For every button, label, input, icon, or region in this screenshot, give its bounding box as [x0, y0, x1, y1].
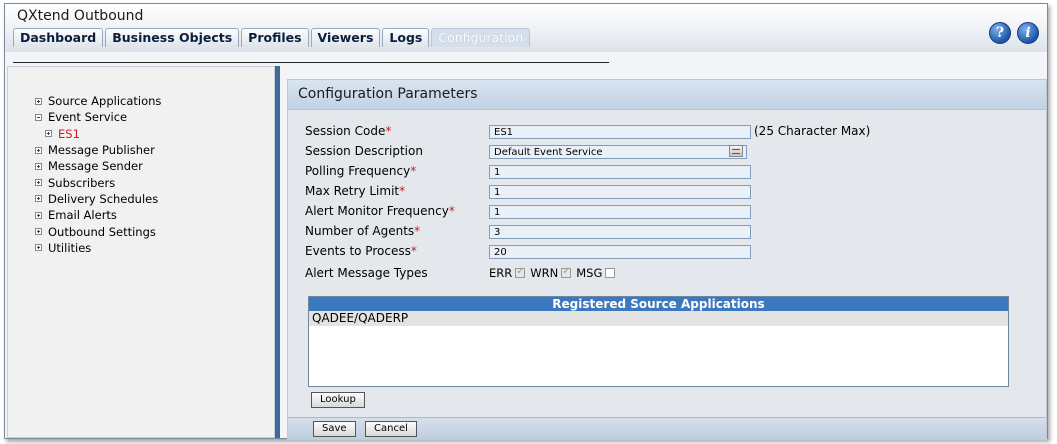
app-title: QXtend Outbound	[17, 8, 144, 24]
tab-business-objects[interactable]: Business Objects	[105, 28, 240, 47]
app-header: QXtend Outbound Dashboard Business Objec…	[5, 4, 1047, 52]
tree-item-source-applications[interactable]: Source Applications	[35, 93, 161, 109]
config-tree: Source Applications Event Service ES1 Me…	[35, 93, 161, 256]
tab-configuration[interactable]: Configuration	[431, 28, 531, 47]
tree-item-event-service[interactable]: Event Service	[35, 109, 161, 125]
alert-message-types: ERR WRN MSG	[489, 266, 620, 280]
tree-item-utilities[interactable]: Utilities	[35, 240, 161, 256]
msg-type-wrn: WRN	[530, 266, 572, 280]
expand-icon[interactable]	[45, 130, 52, 138]
expand-icon[interactable]	[35, 228, 42, 236]
events-to-process-label: Events to Process*	[305, 244, 417, 258]
tree-item-subscribers[interactable]: Subscribers	[35, 174, 161, 190]
session-code-field[interactable]	[489, 125, 751, 139]
alert-message-types-label: Alert Message Types	[305, 266, 428, 280]
expand-icon[interactable]	[35, 146, 42, 154]
tree-item-message-sender[interactable]: Message Sender	[35, 158, 161, 174]
tree-item-message-publisher[interactable]: Message Publisher	[35, 142, 161, 158]
session-description-label: Session Description	[305, 144, 423, 158]
max-retry-limit-field[interactable]	[489, 185, 751, 199]
expand-icon[interactable]	[35, 97, 42, 105]
number-of-agents-field[interactable]	[489, 225, 751, 239]
info-icon[interactable]: i	[1017, 22, 1039, 44]
max-retry-limit-label: Max Retry Limit*	[305, 184, 406, 198]
polling-frequency-label: Polling Frequency*	[305, 164, 417, 178]
expand-icon[interactable]	[35, 162, 42, 170]
navigation-panel: Source Applications Event Service ES1 Me…	[7, 66, 275, 438]
list-item[interactable]: QADEE/QADERP	[309, 311, 1008, 326]
number-of-agents-label: Number of Agents*	[305, 224, 421, 238]
registered-source-applications: Registered Source Applications QADEE/QAD…	[308, 296, 1009, 387]
expand-icon[interactable]	[35, 195, 42, 203]
lookup-button[interactable]: Lookup	[311, 392, 365, 408]
wrn-checkbox[interactable]	[561, 266, 572, 278]
tab-logs[interactable]: Logs	[382, 28, 430, 47]
tree-item-email-alerts[interactable]: Email Alerts	[35, 207, 161, 223]
action-bar: Save Cancel	[288, 417, 1046, 440]
tab-profiles[interactable]: Profiles	[241, 28, 309, 47]
alert-monitor-frequency-field[interactable]	[489, 205, 751, 219]
panel-splitter[interactable]	[275, 66, 280, 438]
tree-item-es1[interactable]: ES1	[35, 126, 161, 142]
alert-monitor-frequency-label: Alert Monitor Frequency*	[305, 204, 455, 218]
section-title: Configuration Parameters	[298, 86, 478, 102]
tab-viewers[interactable]: Viewers	[310, 28, 381, 47]
session-code-label: Session Code*	[305, 124, 392, 138]
help-icon[interactable]: ?	[989, 22, 1011, 44]
app-window: QXtend Outbound Dashboard Business Objec…	[4, 3, 1048, 440]
msg-type-msg: MSG	[576, 266, 616, 280]
events-to-process-field[interactable]	[489, 245, 751, 259]
expand-text-icon[interactable]	[729, 145, 743, 157]
expand-icon[interactable]	[35, 179, 42, 187]
tree-item-outbound-settings[interactable]: Outbound Settings	[35, 223, 161, 239]
session-description-field[interactable]	[489, 145, 747, 159]
tab-dashboard[interactable]: Dashboard	[13, 28, 104, 47]
tab-bar: Dashboard Business Objects Profiles View…	[13, 28, 532, 47]
max-length-note: (25 Character Max)	[754, 124, 871, 138]
registered-header: Registered Source Applications	[309, 297, 1008, 311]
cancel-button[interactable]: Cancel	[365, 421, 417, 437]
msg-checkbox[interactable]	[605, 268, 616, 278]
expand-icon[interactable]	[35, 211, 42, 219]
save-button[interactable]: Save	[313, 421, 356, 437]
collapse-icon[interactable]	[35, 113, 42, 121]
msg-type-err: ERR	[489, 266, 526, 280]
expand-icon[interactable]	[35, 244, 42, 252]
header-divider	[13, 62, 609, 63]
section-header: Configuration Parameters	[288, 80, 1046, 110]
polling-frequency-field[interactable]	[489, 165, 751, 179]
config-panel: Configuration Parameters Session Code* (…	[287, 79, 1047, 440]
err-checkbox[interactable]	[515, 266, 526, 278]
tree-item-delivery-schedules[interactable]: Delivery Schedules	[35, 191, 161, 207]
